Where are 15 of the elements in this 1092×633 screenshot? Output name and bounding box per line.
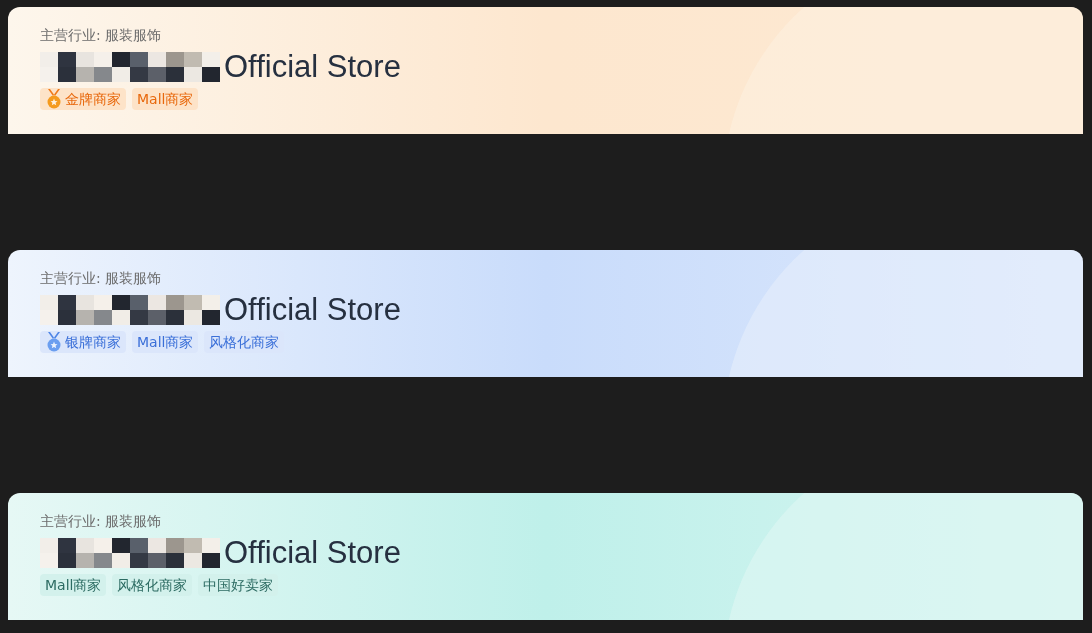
industry-label: 主营行业: 服装服饰 [40, 512, 163, 531]
medal-icon [45, 89, 63, 109]
industry-label: 主营行业: 服装服饰 [40, 269, 163, 288]
store-name: Official Store [224, 535, 401, 571]
store-name: Official Store [224, 49, 401, 85]
merchant-tag: Mall商家 [132, 331, 199, 353]
medal-icon [45, 332, 63, 352]
merchant-tag: 风格化商家 [112, 574, 193, 596]
merchant-tag: 金牌商家 [40, 88, 126, 110]
merchant-tag: Mall商家 [132, 88, 199, 110]
industry-label: 主营行业: 服装服饰 [40, 26, 163, 45]
merchant-tag: 中国好卖家 [198, 574, 279, 596]
merchant-tag: 银牌商家 [40, 331, 126, 353]
store-name: Official Store [224, 292, 401, 328]
merchant-tag: Mall商家 [40, 574, 107, 596]
